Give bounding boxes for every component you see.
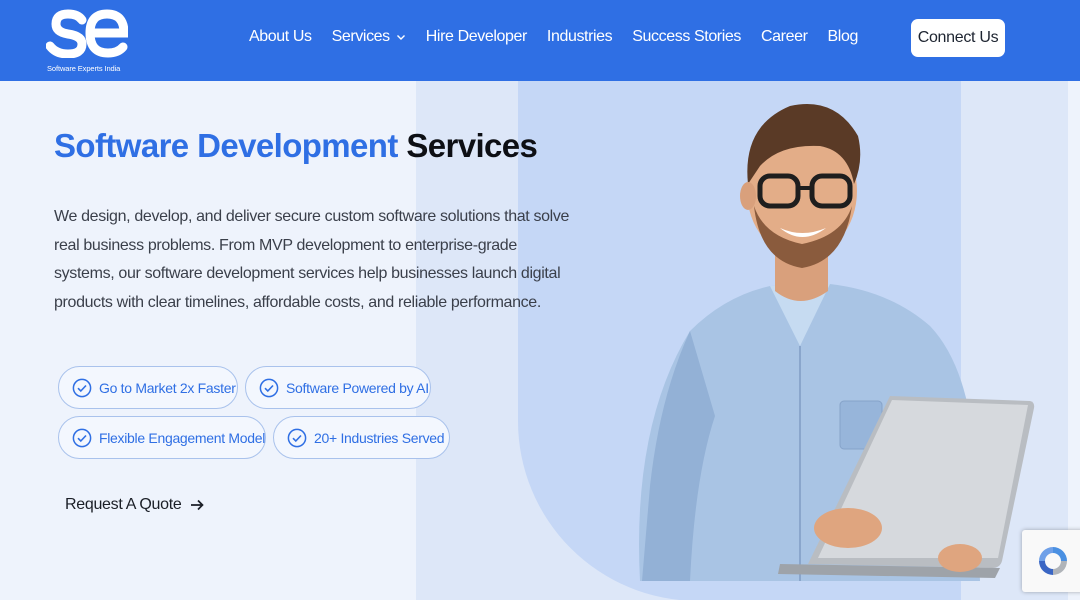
recaptcha-icon — [1039, 547, 1067, 575]
request-quote-link[interactable]: Request A Quote — [65, 496, 205, 514]
nav-career[interactable]: Career — [761, 28, 808, 46]
page-title-accent: Software Development — [54, 127, 398, 164]
top-navbar: Software Experts India About Us Services… — [0, 0, 1080, 81]
main-nav: About Us Services Hire Developer Industr… — [249, 28, 858, 46]
check-circle-icon — [287, 428, 307, 447]
nav-blog[interactable]: Blog — [827, 28, 859, 46]
nav-services[interactable]: Services — [332, 28, 406, 46]
arrow-right-icon — [191, 499, 205, 511]
logo-text: Software Experts India — [47, 64, 121, 73]
page-title-plain: Services — [406, 127, 538, 164]
recaptcha-badge[interactable] — [1022, 530, 1080, 592]
nav-success-stories[interactable]: Success Stories — [632, 28, 741, 46]
feature-chip-label: Flexible Engagement Model — [99, 429, 266, 446]
developer-photo — [639, 104, 1035, 581]
nav-hire-developer[interactable]: Hire Developer — [425, 28, 528, 46]
logo-mark-icon — [46, 9, 128, 58]
nav-hire-developer-label: Hire Developer — [425, 28, 528, 45]
nav-about-us-label: About Us — [249, 28, 312, 45]
nav-industries-label: Industries — [546, 28, 613, 45]
feature-chip-market: Go to Market 2x Faster — [58, 366, 238, 409]
feature-chip-engagement: Flexible Engagement Model — [58, 416, 266, 459]
feature-chip-label: Go to Market 2x Faster — [99, 379, 236, 396]
nav-industries[interactable]: Industries — [546, 28, 613, 46]
connect-us-button[interactable]: Connect Us — [911, 19, 1005, 57]
check-circle-icon — [259, 378, 279, 397]
feature-chip-label: 20+ Industries Served — [314, 429, 445, 446]
chevron-down-icon — [396, 35, 405, 40]
request-quote-label: Request A Quote — [65, 496, 182, 513]
feature-chip-industries: 20+ Industries Served — [273, 416, 450, 459]
feature-chip-ai: Software Powered by AI — [245, 366, 431, 409]
nav-about-us[interactable]: About Us — [249, 28, 312, 46]
feature-chip-label: Software Powered by AI — [286, 379, 429, 396]
nav-blog-label: Blog — [827, 28, 859, 45]
nav-services-label: Services — [331, 28, 391, 45]
check-circle-icon — [72, 428, 92, 447]
nav-success-stories-label: Success Stories — [632, 28, 741, 45]
nav-career-label: Career — [761, 28, 808, 45]
page-title: Software Development Services — [54, 127, 538, 165]
hero-description: We design, develop, and deliver secure c… — [54, 208, 570, 311]
site-logo[interactable]: Software Experts India — [46, 6, 136, 73]
check-circle-icon — [72, 378, 92, 397]
